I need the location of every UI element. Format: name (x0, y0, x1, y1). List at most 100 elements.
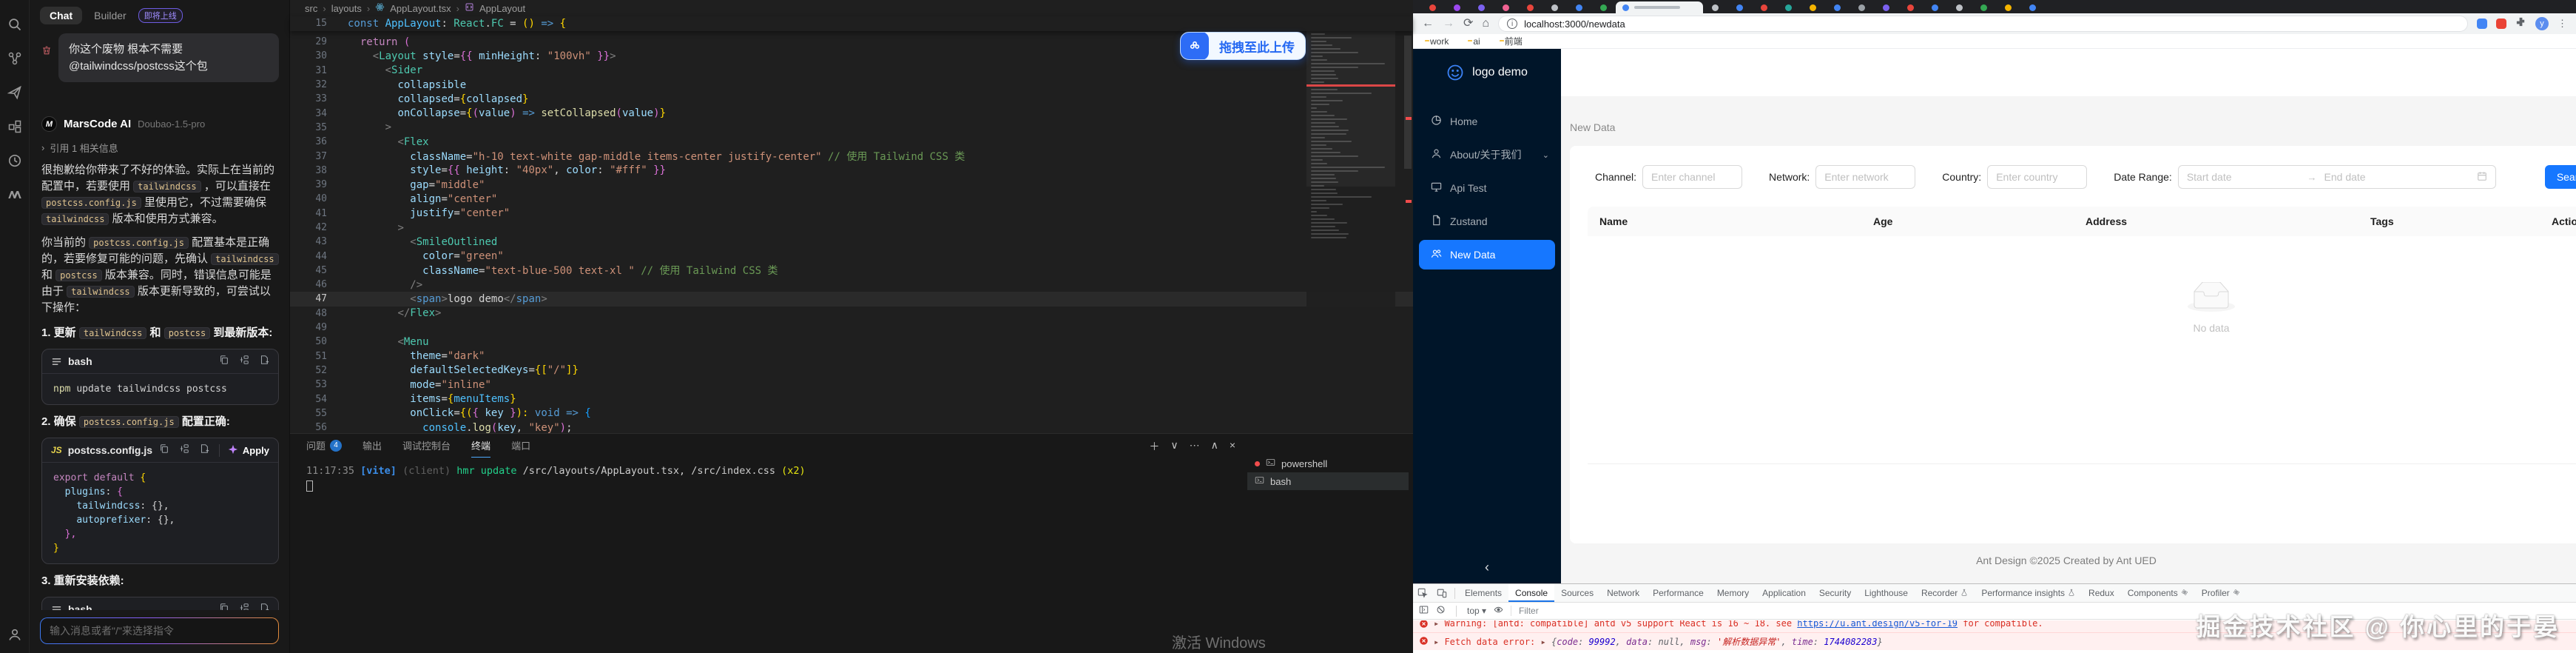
browser-tab[interactable] (2020, 1, 2045, 13)
extension-icon[interactable] (2496, 19, 2506, 29)
form-input-channel[interactable] (1642, 165, 1742, 189)
browser-tab[interactable] (1850, 1, 1874, 13)
reference-toggle[interactable]: › 引用 1 相关信息 (41, 141, 279, 155)
terminal-item-powershell[interactable]: powershell (1247, 455, 1409, 472)
panel-tab-问题[interactable]: 问题4 (306, 438, 342, 458)
panel-action-icon[interactable]: ＋ (1149, 439, 1159, 454)
context-selector[interactable]: top ▾ (1467, 606, 1486, 616)
panel-action-icon[interactable]: ⋯ (1190, 439, 1200, 454)
file-plus-icon[interactable] (259, 603, 269, 611)
sider-collapse-trigger[interactable]: ‹ (1413, 551, 1561, 583)
browser-tab[interactable] (1801, 1, 1825, 13)
bookmark-folder-前端[interactable]: 前端 (1500, 35, 1523, 47)
reload-button[interactable]: ⟳ (1463, 18, 1473, 30)
browser-tab[interactable] (1972, 1, 1996, 13)
sidebar-item-about-[interactable]: About/关于我们⌄ (1413, 140, 1561, 170)
browser-tab[interactable] (1469, 1, 1494, 13)
devtools-tab-memory[interactable]: Memory (1710, 584, 1756, 602)
devtools-tab-components[interactable]: Components (2121, 584, 2195, 602)
bookmark-folder-work[interactable]: work (1425, 36, 1449, 47)
browser-tab[interactable] (1542, 1, 1567, 13)
devtools-tab-lighthouse[interactable]: Lighthouse (1858, 584, 1915, 602)
breadcrumb-item[interactable]: AppLayout.tsx (390, 3, 451, 14)
panel-action-icon[interactable]: ∨ (1170, 439, 1178, 454)
extension-icon[interactable] (2477, 19, 2487, 29)
devtools-tab-security[interactable]: Security (1813, 584, 1858, 602)
profile-avatar[interactable]: y (2535, 17, 2549, 30)
date-range-picker[interactable]: Start date→End date (2178, 165, 2496, 189)
devtools-tab-application[interactable]: Application (1756, 584, 1813, 602)
browser-tab[interactable] (1825, 1, 1850, 13)
browser-tab[interactable] (1518, 1, 1542, 13)
copy-icon[interactable] (159, 443, 169, 458)
forward-button[interactable]: → (1443, 18, 1454, 30)
browser-tab[interactable] (1947, 1, 1972, 13)
browser-tab[interactable] (1567, 1, 1591, 13)
devtools-tab-performance[interactable]: Performance (1646, 584, 1710, 602)
browser-tab[interactable] (1923, 1, 1947, 13)
devtools-tab-recorder[interactable]: Recorder (1915, 584, 1975, 602)
console-sidebar-icon[interactable] (1419, 605, 1429, 617)
bookmark-folder-ai[interactable]: ai (1468, 36, 1480, 47)
devtools-tab-performance-insights[interactable]: Performance insights (1975, 584, 2082, 602)
devtools-tab-redux[interactable]: Redux (2082, 584, 2121, 602)
panel-action-icon[interactable]: × (1230, 439, 1235, 454)
tab-builder[interactable]: Builder (94, 10, 127, 21)
chat-messages[interactable]: 你这个废物 根本不需要 @tailwindcss/postcss这个包 M Ma… (30, 29, 289, 610)
eye-icon[interactable] (1494, 605, 1503, 617)
apps-icon[interactable] (7, 118, 23, 135)
sidebar-item-zustand[interactable]: Zustand (1413, 207, 1561, 236)
panel-action-icon[interactable]: ∧ (1211, 439, 1218, 454)
terminal-item-bash[interactable]: bash (1247, 472, 1409, 490)
breadcrumb-item[interactable]: AppLayout (479, 3, 525, 14)
code-editor[interactable]: 29 return (30 <Layout style={{ minHeight… (290, 31, 1413, 433)
browser-tab[interactable] (1776, 1, 1801, 13)
browser-tab[interactable] (1494, 1, 1518, 13)
history-icon[interactable] (7, 153, 23, 169)
devtools-tab-console[interactable]: Console (1508, 584, 1554, 602)
browser-tab[interactable] (1898, 1, 1923, 13)
devtools-tab-elements[interactable]: Elements (1458, 584, 1508, 602)
marscode-logo-icon[interactable] (7, 187, 23, 203)
account-icon[interactable] (7, 626, 23, 643)
browser-menu-icon[interactable]: ⋮ (2558, 18, 2567, 30)
browser-tab[interactable] (1703, 1, 1727, 13)
insert-icon[interactable] (179, 443, 189, 458)
browser-tab[interactable] (1752, 1, 1776, 13)
file-plus-icon[interactable] (259, 355, 269, 369)
panel-tab-调试控制台[interactable]: 调试控制台 (402, 438, 451, 458)
inspect-icon[interactable] (1413, 588, 1432, 598)
devtools-tab-network[interactable]: Network (1600, 584, 1646, 602)
browser-tab[interactable] (1445, 1, 1469, 13)
file-plus-icon[interactable] (199, 443, 209, 458)
panel-tab-终端[interactable]: 终端 (471, 438, 490, 458)
breadcrumb[interactable]: src›layouts›AppLayout.tsx›AppLayout (290, 0, 1413, 16)
devtools-tab-sources[interactable]: Sources (1554, 584, 1600, 602)
devtools-tab-profiler[interactable]: Profiler (2195, 584, 2247, 602)
form-input-country[interactable] (1987, 165, 2087, 189)
sidebar-item-home[interactable]: Home (1413, 107, 1561, 136)
insert-icon[interactable] (239, 355, 249, 369)
breadcrumb-item[interactable]: layouts (331, 3, 362, 14)
copy-icon[interactable] (219, 603, 229, 611)
panel-tab-端口[interactable]: 端口 (511, 438, 530, 458)
site-info-icon[interactable]: i (1507, 19, 1517, 29)
home-button[interactable]: ⌂ (1482, 18, 1489, 30)
copy-icon[interactable] (219, 355, 229, 369)
browser-tab[interactable] (1727, 1, 1752, 13)
device-toolbar-icon[interactable] (1432, 588, 1451, 598)
search-button[interactable]: Search (2545, 165, 2576, 189)
search-icon[interactable] (7, 16, 23, 33)
url-bar[interactable]: i localhost:3000/newdata (1498, 16, 2468, 32)
drag-upload-overlay[interactable]: 拖拽至此上传 (1180, 32, 1306, 60)
panel-tab-输出[interactable]: 输出 (363, 438, 382, 458)
browser-tab[interactable] (1874, 1, 1898, 13)
browser-tab[interactable] (1591, 1, 1616, 13)
sidebar-item-new-data[interactable]: New Data (1419, 240, 1555, 269)
browser-tab[interactable] (1996, 1, 2020, 13)
breadcrumb-item[interactable]: src (305, 3, 317, 14)
clear-console-icon[interactable] (1436, 605, 1446, 617)
minimap[interactable] (1306, 31, 1395, 431)
back-button[interactable]: ← (1422, 18, 1434, 30)
tab-chat[interactable]: Chat (40, 7, 82, 24)
